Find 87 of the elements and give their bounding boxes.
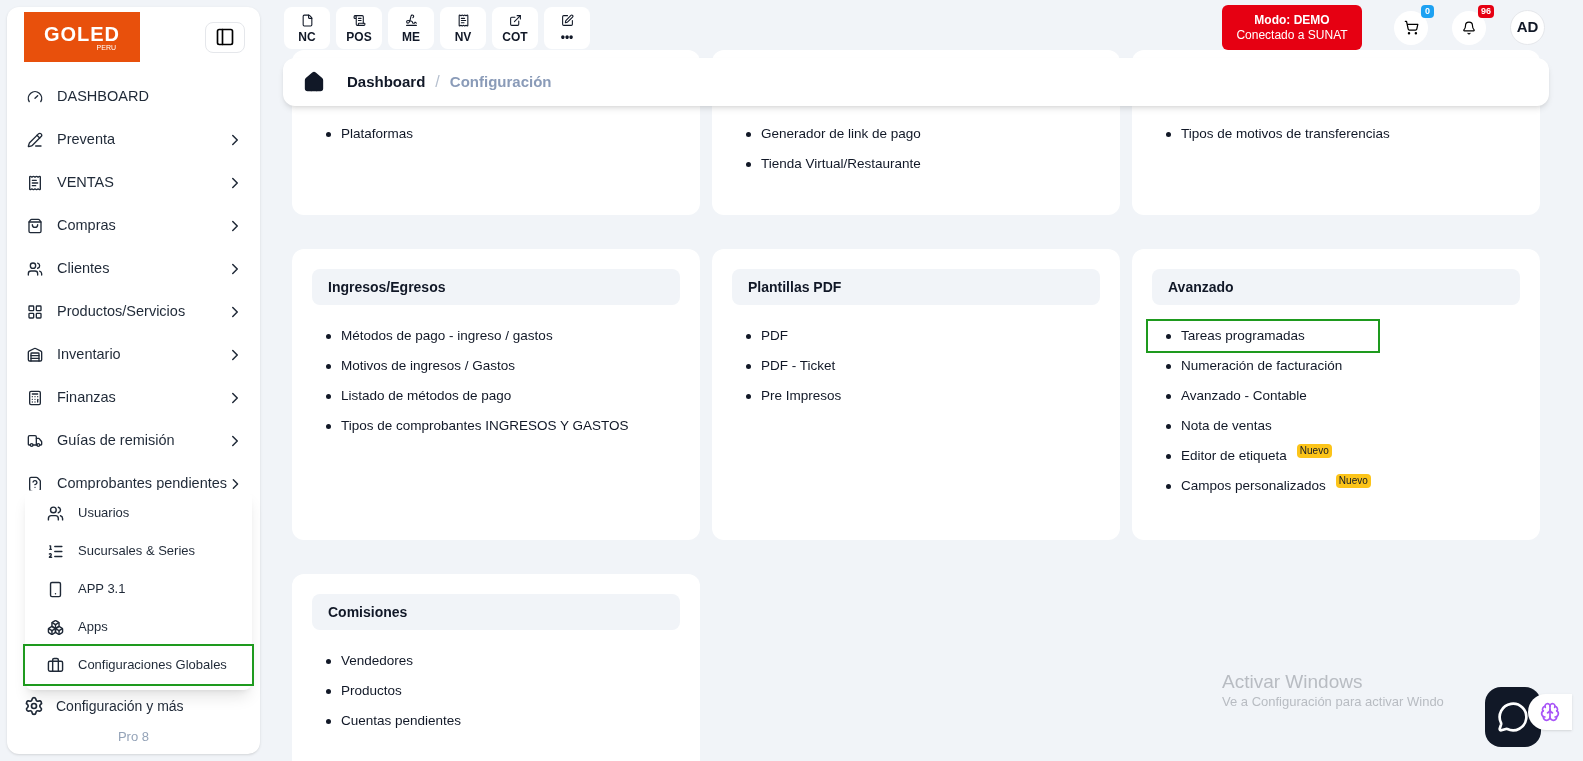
- section-header: Ingresos/Egresos: [312, 269, 680, 305]
- settings-link[interactable]: Métodos de pago - ingreso / gastos: [326, 321, 561, 351]
- activation-title: Activar Windows: [1222, 670, 1364, 694]
- nav-item[interactable]: Clientes: [7, 247, 260, 290]
- settings-link[interactable]: Pre Impresos: [746, 381, 850, 411]
- settings-icon: [24, 696, 44, 716]
- brain-icon: [1540, 702, 1560, 722]
- nav-item[interactable]: Finanzas: [7, 376, 260, 419]
- settings-link[interactable]: Cuentas pendientes: [326, 706, 470, 736]
- nav-item[interactable]: Compras: [7, 204, 260, 247]
- quick-action-button[interactable]: ME: [388, 7, 434, 49]
- warehouse-icon: [27, 346, 43, 363]
- nav-item[interactable]: Preventa: [7, 118, 260, 161]
- cart-button[interactable]: [1394, 10, 1428, 45]
- settings-link[interactable]: Tipos de comprobantes INGRESOS Y GASTOS: [326, 411, 637, 441]
- activation-text: Ve a Configuración para activar Windo: [1222, 693, 1444, 710]
- settings-link[interactable]: Productos: [326, 676, 410, 706]
- version-label: Pro 8: [116, 728, 151, 746]
- submenu-item[interactable]: Configuraciones Globales: [25, 646, 252, 684]
- nav-item[interactable]: DASHBOARD: [7, 75, 260, 118]
- nav-item[interactable]: VENTAS: [7, 161, 260, 204]
- truck-icon: [27, 432, 43, 449]
- settings-link[interactable]: Motivos de ingresos / Gastos: [326, 351, 524, 381]
- quick-action-button[interactable]: COT: [492, 7, 538, 49]
- edit-icon: [560, 13, 574, 27]
- quick-action-button[interactable]: •••: [544, 7, 590, 49]
- settings-link[interactable]: PDF: [746, 321, 796, 351]
- settings-link[interactable]: Plataformas: [326, 119, 422, 149]
- briefcase-icon: [47, 656, 64, 674]
- new-badge: Nuevo: [1335, 474, 1371, 488]
- notification-count-badge: 96: [1478, 4, 1494, 18]
- bell-icon: [1462, 20, 1476, 35]
- quick-action-button[interactable]: NC: [284, 7, 330, 49]
- pencil-icon: [27, 131, 43, 148]
- avatar-button[interactable]: AD: [1510, 10, 1545, 45]
- settings-link[interactable]: Campos personalizados: [1166, 471, 1334, 501]
- section-header: Comisiones: [312, 594, 680, 630]
- settings-link[interactable]: Vendedores: [326, 646, 422, 676]
- nav-item[interactable]: Inventario: [7, 333, 260, 376]
- settings-link[interactable]: Tienda Virtual/Restaurante: [746, 149, 929, 179]
- submenu-item[interactable]: Sucursales & Series: [25, 532, 252, 570]
- users-icon: [27, 260, 43, 277]
- chat-icon: [1497, 701, 1529, 733]
- boxes-icon: [47, 618, 64, 636]
- grid-icon: [27, 303, 43, 320]
- gauge-icon: [27, 88, 43, 105]
- settings-link[interactable]: Listado de métodos de pago: [326, 381, 520, 411]
- nav-item[interactable]: Guías de remisión: [7, 419, 260, 462]
- breadcrumb-separator: /: [435, 72, 440, 92]
- settings-link[interactable]: PDF - Ticket: [746, 351, 844, 381]
- chat-button[interactable]: [1485, 687, 1541, 747]
- settings-link[interactable]: Generador de link de pago: [746, 119, 929, 149]
- panel-icon: [215, 27, 235, 47]
- numbered-list-icon: [47, 542, 64, 560]
- external-link-icon: [508, 13, 522, 27]
- breadcrumb-link[interactable]: Dashboard: [347, 70, 426, 94]
- section-header: Plantillas PDF: [732, 269, 1100, 305]
- shopping-bag-icon: [27, 217, 43, 234]
- submenu-item[interactable]: APP 3.1: [25, 570, 252, 608]
- settings-link[interactable]: Nota de ventas: [1166, 411, 1280, 441]
- signature-icon: [404, 13, 418, 27]
- nav-item[interactable]: Productos/Servicios: [7, 290, 260, 333]
- settings-link[interactable]: Tipos de motivos de transferencias: [1166, 119, 1398, 149]
- settings-nav-item[interactable]: Configuración y más: [7, 688, 260, 724]
- quick-action-button[interactable]: POS: [336, 7, 382, 49]
- users-icon: [47, 504, 64, 522]
- scroll-icon: [352, 13, 366, 27]
- cart-count-badge: 0: [1421, 4, 1434, 18]
- new-badge: Nuevo: [1296, 444, 1332, 458]
- phone-icon: [47, 580, 64, 598]
- sidebar-toggle-button[interactable]: [205, 21, 245, 53]
- quick-action-button[interactable]: NV: [440, 7, 486, 49]
- settings-link[interactable]: Avanzado - Contable: [1166, 381, 1315, 411]
- assistant-button[interactable]: [1528, 694, 1572, 730]
- calculator-icon: [27, 389, 43, 406]
- document-icon: [27, 475, 43, 492]
- submenu-item[interactable]: Apps: [25, 608, 252, 646]
- receipt-icon: [456, 13, 470, 27]
- receipt-icon: [27, 174, 43, 191]
- cart-icon: [1403, 20, 1419, 35]
- settings-link[interactable]: Numeración de facturación: [1166, 351, 1351, 381]
- settings-link[interactable]: Tareas programadas: [1148, 321, 1378, 351]
- section-header: Avanzado: [1152, 269, 1520, 305]
- mode-button[interactable]: Modo: DEMO Conectado a SUNAT: [1222, 5, 1362, 50]
- document-icon: [300, 13, 314, 27]
- home-icon[interactable]: [303, 71, 325, 93]
- settings-link[interactable]: Editor de etiqueta: [1166, 441, 1295, 471]
